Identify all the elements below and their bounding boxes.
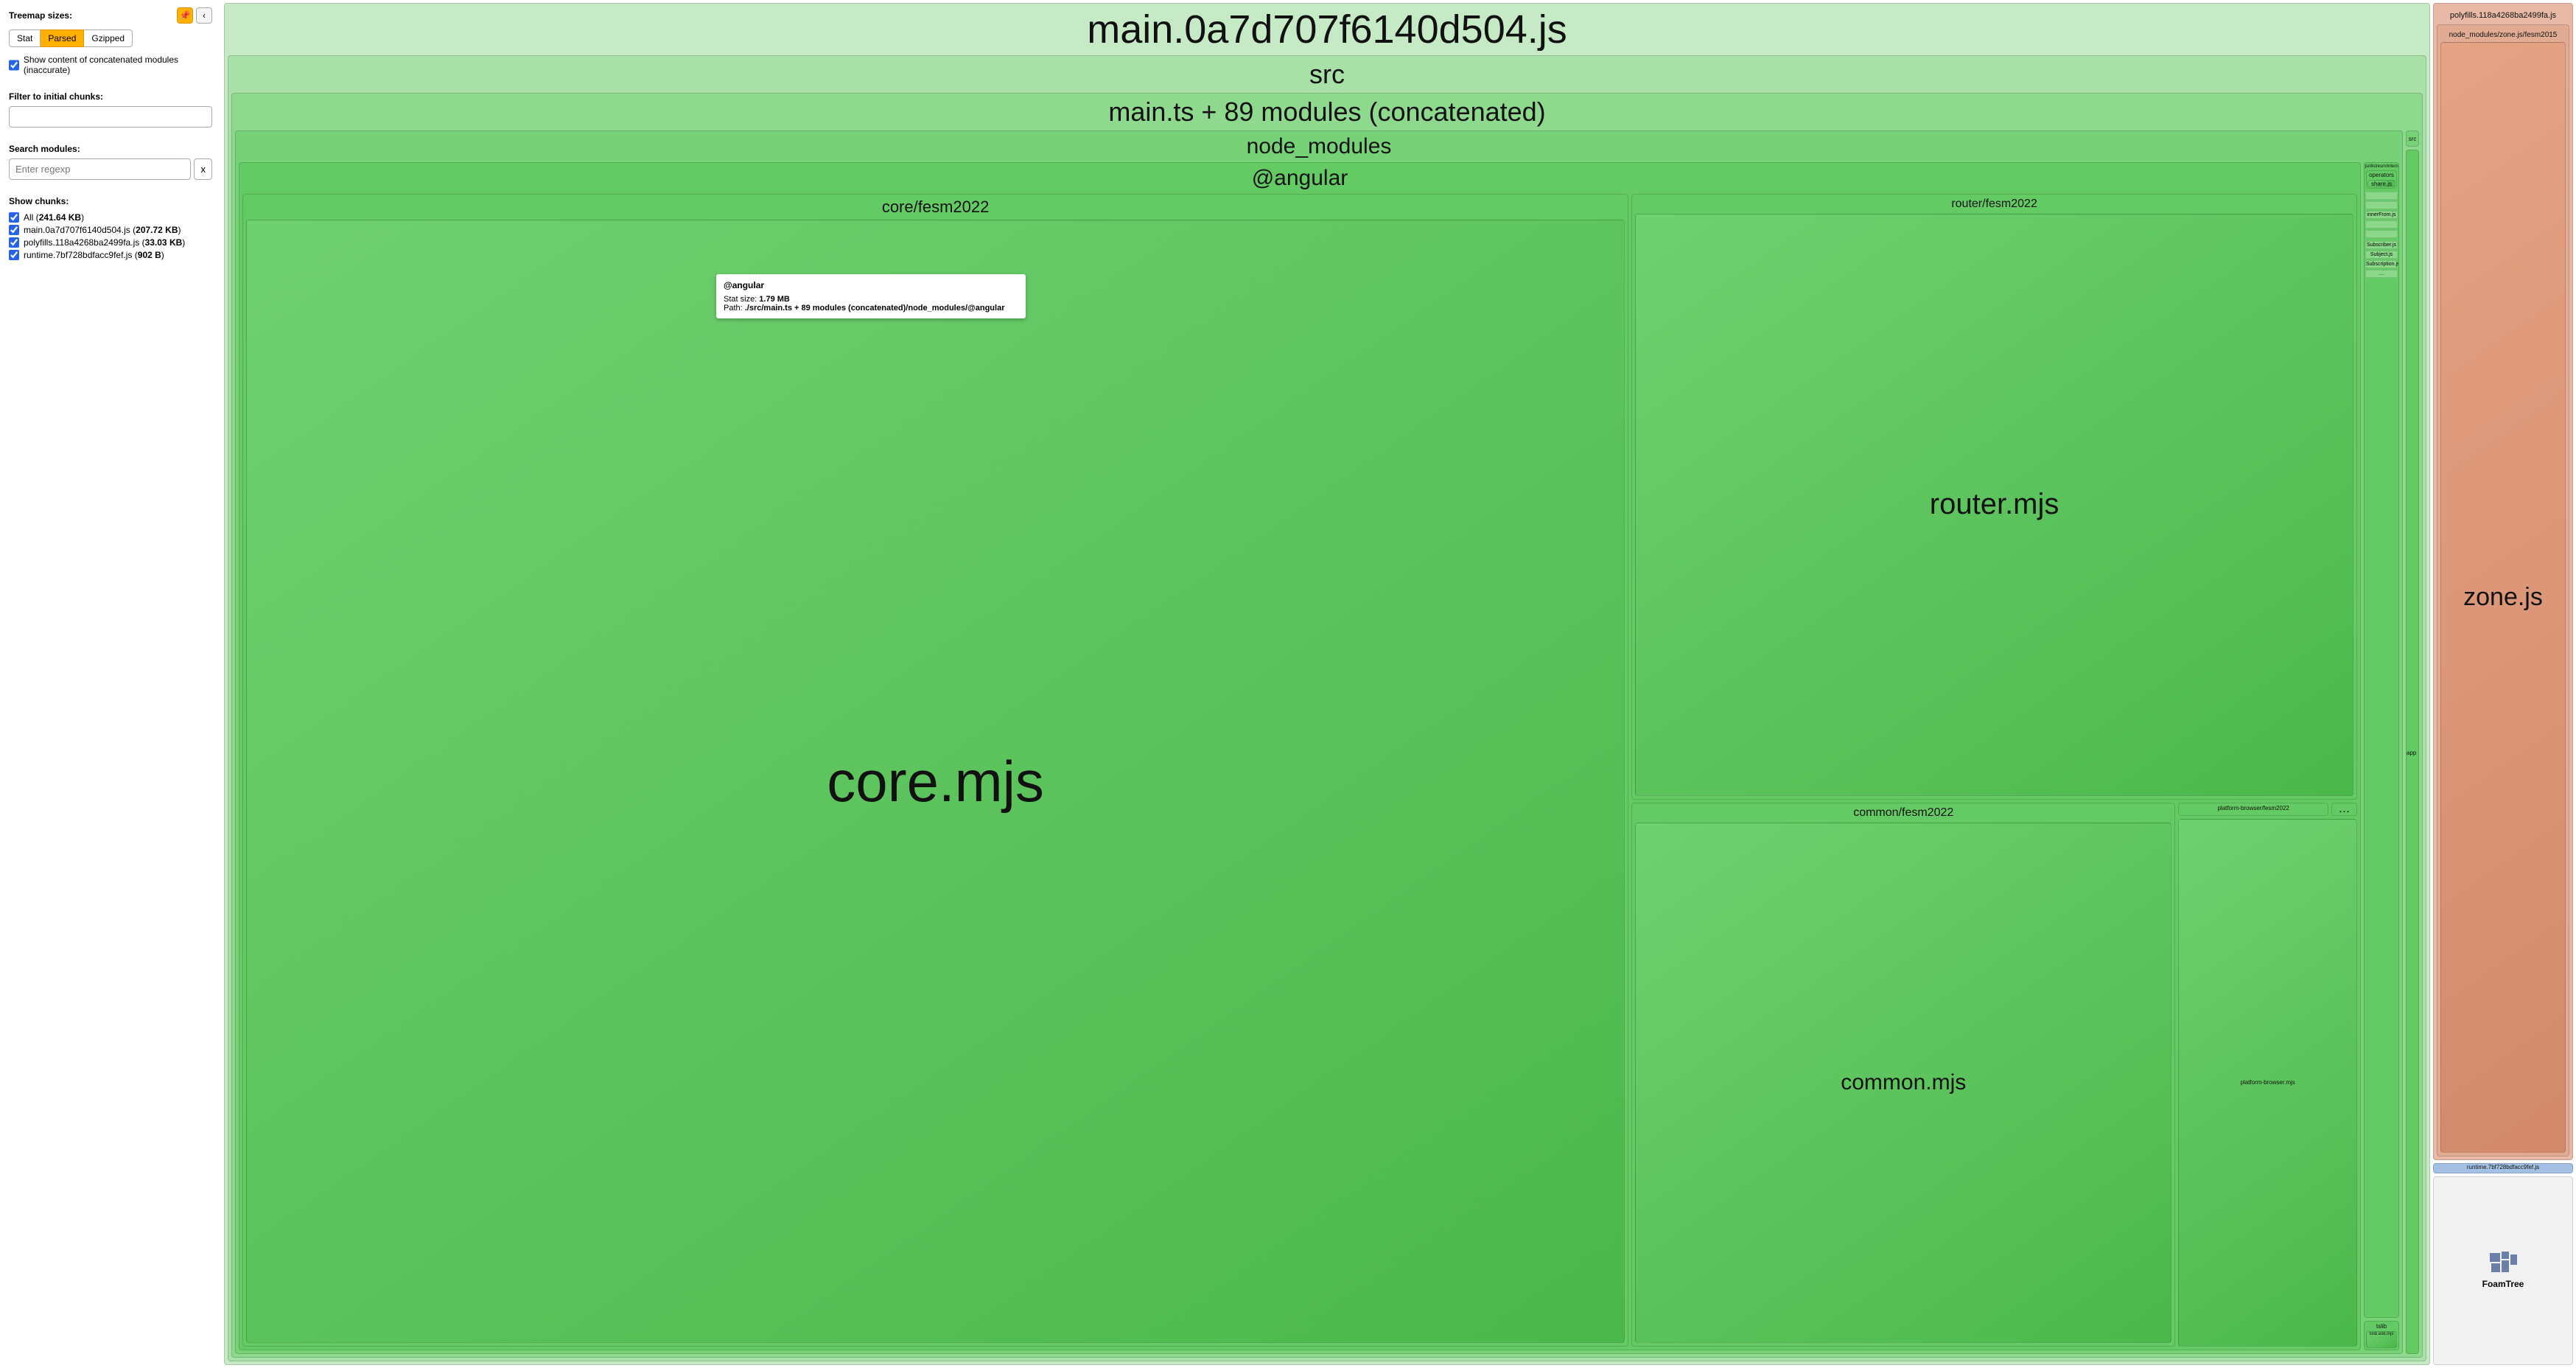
node-subject[interactable]: Subject.js	[2365, 251, 2398, 259]
chunk-checkbox[interactable]	[9, 225, 19, 235]
node-core-fesm-title: core/fesm2022	[882, 198, 990, 217]
collapse-button[interactable]: ‹	[196, 7, 212, 24]
tiny-cell[interactable]	[2365, 220, 2398, 228]
foamtree-label: FoamTree	[2482, 1279, 2524, 1289]
node-subscriber[interactable]: Subscriber.js	[2365, 241, 2398, 249]
node-platform-browser-mjs[interactable]: platform-browser.mjs	[2178, 819, 2357, 1347]
node-concat[interactable]: main.ts + 89 modules (concatenated) node…	[231, 93, 2423, 1358]
concat-checkbox-row[interactable]: Show content of concatenated modules (in…	[9, 55, 212, 75]
tiny-cell[interactable]	[2365, 230, 2398, 238]
node-operators[interactable]: operators share.js	[2366, 170, 2397, 189]
node-src-side[interactable]: src	[2406, 130, 2419, 147]
node-concat-title: main.ts + 89 modules (concatenated)	[1108, 97, 1545, 128]
node-router-mjs[interactable]: router.mjs	[1635, 214, 2353, 796]
node-core-mjs[interactable]: core.mjs	[246, 220, 1625, 1343]
filter-input[interactable]	[9, 106, 212, 128]
node-src-title: src	[1309, 59, 1345, 90]
node-innerfrom[interactable]: innerFrom.js	[2365, 211, 2398, 219]
size-gzipped-button[interactable]: Gzipped	[84, 29, 133, 47]
foamtree-icon	[2488, 1252, 2518, 1274]
node-common-fesm-title: common/fesm2022	[1853, 806, 1953, 820]
tiny-cell[interactable]	[2365, 192, 2398, 200]
node-rxjs[interactable]: rxjs/dist/esm/internal operators share.j…	[2364, 162, 2399, 1318]
size-mode-group: Stat Parsed Gzipped	[9, 29, 212, 47]
chunk-list: All (241.64 KB) main.0a7d707f6140d504.js…	[9, 212, 212, 260]
chunk-checkbox[interactable]	[9, 237, 19, 248]
node-ellipsis[interactable]: …	[2331, 803, 2357, 816]
size-parsed-button[interactable]: Parsed	[41, 29, 84, 47]
treemap-sizes-label: Treemap sizes:	[9, 10, 72, 21]
tooltip-title: @angular	[724, 280, 1018, 290]
show-chunks-label: Show chunks:	[9, 196, 212, 206]
node-core-fesm[interactable]: core/fesm2022 core.mjs	[242, 194, 1628, 1347]
pin-button[interactable]: 📌	[177, 7, 193, 24]
node-angular[interactable]: @angular core/fesm2022 core.mjs	[239, 162, 2361, 1350]
concat-checkbox-label: Show content of concatenated modules (in…	[24, 55, 212, 75]
node-zone-title: zone.js	[2463, 583, 2543, 612]
tiny-cell[interactable]	[2365, 201, 2398, 209]
sidebar: Treemap sizes: 📌 ‹ Stat Parsed Gzipped S…	[0, 0, 221, 1368]
node-common-mjs-title: common.mjs	[1841, 1070, 1966, 1095]
search-input[interactable]	[9, 158, 191, 180]
chunk-checkbox[interactable]	[9, 250, 19, 260]
node-router-mjs-title: router.mjs	[1930, 488, 2059, 521]
chunk-checkbox[interactable]	[9, 212, 19, 223]
node-share[interactable]: share.js	[2367, 180, 2395, 187]
node-runtime[interactable]: runtime.7bf728bdfacc9fef.js	[2433, 1163, 2573, 1173]
node-node-modules[interactable]: node_modules @angular core/fesm2022	[235, 130, 2403, 1354]
node-common-mjs[interactable]: common.mjs	[1635, 823, 2171, 1343]
search-clear-button[interactable]: x	[194, 158, 212, 180]
search-label: Search modules:	[9, 144, 212, 154]
chunk-item-main[interactable]: main.0a7d707f6140d504.js (207.72 KB)	[9, 225, 212, 235]
node-zone-path[interactable]: node_modules/zone.js/fesm2015 zone.js	[2437, 24, 2569, 1156]
node-app[interactable]: app	[2406, 150, 2419, 1354]
foamtree-logo[interactable]: FoamTree	[2433, 1176, 2573, 1365]
node-polyfills-title: polyfills.118a4268ba2499fa.js	[2450, 7, 2556, 24]
node-node-modules-title: node_modules	[1247, 134, 1392, 159]
treemap-area: main.0a7d707f6140d504.js src main.ts + 8…	[221, 0, 2576, 1368]
node-core-mjs-title: core.mjs	[827, 748, 1044, 815]
node-main: main.0a7d707f6140d504.js src main.ts + 8…	[224, 3, 2430, 1365]
tiny-cell[interactable]: …	[2365, 270, 2398, 278]
chunk-item-polyfills[interactable]: polyfills.118a4268ba2499fa.js (33.03 KB)	[9, 237, 212, 248]
node-zone[interactable]: zone.js	[2440, 42, 2566, 1153]
node-common-fesm[interactable]: common/fesm2022 common.mjs	[1631, 803, 2175, 1347]
node-tslib-mjs[interactable]: tslib.es6.mjs	[2366, 1331, 2397, 1348]
node-polyfills[interactable]: polyfills.118a4268ba2499fa.js node_modul…	[2433, 3, 2573, 1160]
node-router-fesm-title: router/fesm2022	[1951, 198, 2037, 211]
node-subscription[interactable]: Subscription.js	[2365, 260, 2398, 268]
chunk-item-runtime[interactable]: runtime.7bf728bdfacc9fef.js (902 B)	[9, 250, 212, 260]
node-main-title[interactable]: main.0a7d707f6140d504.js	[1087, 7, 1567, 52]
concat-checkbox[interactable]	[9, 60, 19, 71]
node-router-fesm[interactable]: router/fesm2022 router.mjs	[1631, 194, 2357, 800]
chevron-left-icon: ‹	[203, 10, 206, 21]
node-src[interactable]: src main.ts + 89 modules (concatenated) …	[228, 55, 2426, 1361]
pin-icon: 📌	[180, 10, 191, 21]
filter-label: Filter to initial chunks:	[9, 91, 212, 102]
chunk-item-all[interactable]: All (241.64 KB)	[9, 212, 212, 223]
node-tslib[interactable]: tslib tslib.es6.mjs	[2364, 1321, 2399, 1350]
tooltip: @angular Stat size: 1.79 MB Path: ./src/…	[716, 274, 1026, 318]
node-angular-title: @angular	[1252, 166, 1348, 191]
size-stat-button[interactable]: Stat	[9, 29, 41, 47]
node-platform-browser-fesm[interactable]: platform-browser/fesm2022	[2178, 803, 2328, 816]
